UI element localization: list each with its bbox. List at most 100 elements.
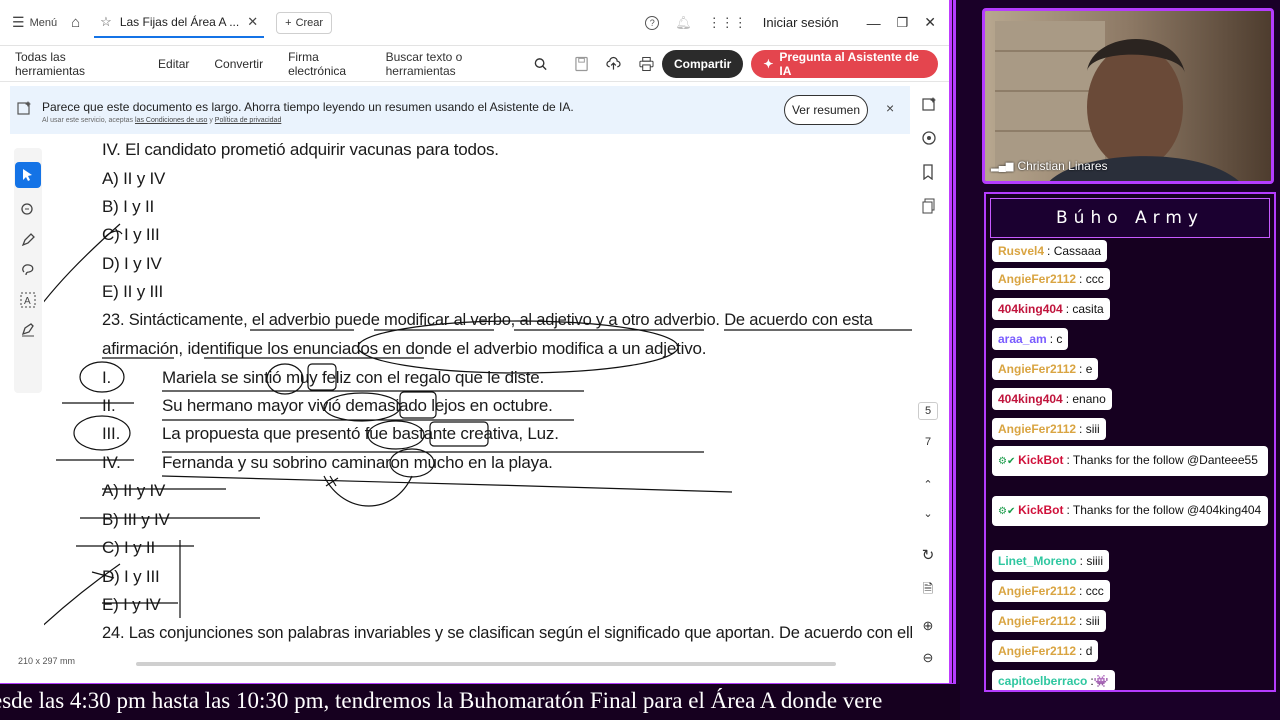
- create-button[interactable]: + Crear: [276, 11, 333, 34]
- hamburger-icon: ☰: [12, 14, 25, 30]
- chat-text: : enano: [1065, 392, 1106, 406]
- chat-title: Búho Army: [990, 198, 1270, 238]
- page-total: 7: [924, 436, 932, 448]
- webcam-name: Christian Linares: [1017, 159, 1108, 173]
- lasso-icon[interactable]: [20, 262, 36, 278]
- chat-username[interactable]: Linet_Moreno: [998, 554, 1077, 568]
- maximize-icon[interactable]: ❐: [897, 15, 909, 31]
- bot-badge-icon: ⚙✔: [998, 506, 1019, 517]
- privacy-link[interactable]: Política de privacidad: [215, 117, 282, 124]
- select-tool[interactable]: [15, 162, 41, 188]
- chat-message: 404king404: enano: [992, 388, 1112, 410]
- refresh-icon[interactable]: ↻: [922, 546, 935, 564]
- chat-message: AngieFer2112: siii: [992, 418, 1106, 440]
- page-current[interactable]: 5: [917, 402, 939, 420]
- banner-close-button[interactable]: ×: [886, 100, 894, 116]
- zoom-in-icon[interactable]: ⊕: [923, 618, 934, 634]
- chat-username[interactable]: Rusvel4: [998, 244, 1044, 258]
- ai-assistant-button[interactable]: ✦ Pregunta al Asistente de IA: [751, 49, 938, 78]
- chat-message: AngieFer2112: ccc: [992, 268, 1110, 290]
- stream-layout: ☰ Menú ⌂ ☆ Las Fijas del Área A ... ✕ + …: [0, 0, 1280, 720]
- chat-text: : casita: [1065, 302, 1104, 316]
- save-icon[interactable]: [575, 56, 588, 72]
- chat-username[interactable]: AngieFer2112: [998, 614, 1076, 628]
- chat-username[interactable]: capitoelberraco: [998, 674, 1087, 688]
- chat-text: : d: [1079, 644, 1093, 658]
- create-label: Crear: [295, 16, 324, 29]
- horizontal-scrollbar[interactable]: [136, 662, 836, 666]
- ticker-text: esde las 4:30 pm hasta las 10:30 pm, ten…: [0, 688, 883, 713]
- help-icon[interactable]: ?: [645, 15, 660, 30]
- ai-panel-icon[interactable]: [921, 96, 937, 112]
- banner-message: Parece que este documento es largo. Ahor…: [42, 100, 574, 114]
- search-label: Buscar texto o herramientas: [385, 49, 463, 78]
- signin-link[interactable]: Iniciar sesión: [763, 15, 839, 30]
- chat-username[interactable]: 404king404: [998, 392, 1063, 406]
- upload-icon[interactable]: [606, 56, 621, 72]
- chat-text: : ccc: [1079, 272, 1104, 286]
- chat-username[interactable]: 404king404: [998, 302, 1063, 316]
- bookmark-icon[interactable]: [921, 164, 937, 180]
- view-summary-button[interactable]: Ver resumen: [784, 95, 868, 125]
- left-tool-rail: A: [14, 148, 42, 393]
- menu-edit[interactable]: Editar: [158, 57, 189, 71]
- chevron-down-icon[interactable]: ⌄: [923, 507, 932, 520]
- chat-message: AngieFer2112: siii: [992, 610, 1106, 632]
- cursor-icon: [23, 169, 32, 181]
- ai-summary-banner: Parece que este documento es largo. Ahor…: [10, 86, 910, 134]
- page-size-label: 210 x 297 mm: [18, 656, 76, 666]
- page-navigator: 5 7 ⌃ ⌄ ↻ 🗎 ⊕ ⊖: [914, 402, 942, 666]
- apps-grid-icon[interactable]: ⋮⋮⋮: [708, 15, 747, 31]
- text-select-icon[interactable]: A: [20, 292, 36, 308]
- pen-icon[interactable]: [20, 232, 36, 248]
- chat-username[interactable]: AngieFer2112: [998, 272, 1076, 286]
- chat-username[interactable]: AngieFer2112: [998, 644, 1076, 658]
- disclaimer-prefix: Al usar este servicio, aceptas: [42, 117, 134, 124]
- ai-label: Pregunta al Asistente de IA: [779, 49, 919, 78]
- star-icon[interactable]: ☆: [100, 14, 112, 30]
- chat-text: : siiii: [1079, 554, 1104, 568]
- bell-icon[interactable]: 🔔︎: [675, 15, 692, 31]
- terms-link[interactable]: las Condiciones de uso: [135, 117, 207, 124]
- stamp-icon[interactable]: [20, 322, 36, 338]
- chat-username[interactable]: araa_am: [998, 332, 1047, 346]
- tab-title: Las Fijas del Área A ...: [119, 14, 240, 29]
- menu-all-tools[interactable]: Todas las herramientas: [15, 50, 133, 78]
- minimize-icon[interactable]: —: [867, 15, 881, 31]
- chat-username[interactable]: KickBot: [1018, 453, 1063, 467]
- tab-close-icon[interactable]: ✕: [247, 14, 258, 30]
- chat-text: : e: [1079, 362, 1093, 376]
- chat-message: Linet_Moreno: siiii: [992, 550, 1110, 572]
- window-close-icon[interactable]: ✕: [924, 14, 936, 31]
- chat-message: ⚙✔ KickBot: Thanks for the follow @404ki…: [992, 496, 1268, 526]
- share-button[interactable]: Compartir: [661, 49, 744, 78]
- chat-username[interactable]: KickBot: [1018, 503, 1063, 517]
- chevron-up-icon[interactable]: ⌃: [923, 478, 932, 491]
- comment-icon[interactable]: [921, 130, 937, 146]
- comment-search-icon[interactable]: [20, 202, 36, 218]
- plus-icon: +: [285, 16, 292, 29]
- webcam-name-tag: ▂▄▆ Christian Linares: [991, 159, 1108, 173]
- home-icon[interactable]: ⌂: [71, 14, 80, 31]
- chat-text: : siii: [1079, 422, 1100, 436]
- chat-username[interactable]: AngieFer2112: [998, 584, 1076, 598]
- bot-badge-icon: ⚙✔: [998, 456, 1019, 467]
- chat-username[interactable]: AngieFer2112: [998, 422, 1076, 436]
- menu-esign[interactable]: Firma electrónica: [288, 50, 376, 78]
- menu-label: Menú: [29, 16, 58, 29]
- menu-button[interactable]: ☰ Menú: [12, 14, 57, 31]
- search-tools[interactable]: Buscar texto o herramientas: [386, 50, 654, 78]
- document-tab[interactable]: ☆ Las Fijas del Área A ... ✕: [94, 8, 265, 38]
- zoom-out-icon[interactable]: ⊖: [923, 650, 934, 666]
- menu-convert[interactable]: Convertir: [214, 57, 263, 71]
- pdf-page: IV. El candidato prometió adquirir vacun…: [44, 136, 912, 656]
- chat-text: : Thanks for the follow @404king404: [1066, 503, 1262, 517]
- chat-message: AngieFer2112: ccc: [992, 580, 1110, 602]
- file-icon[interactable]: 🗎: [923, 580, 933, 602]
- main-toolbar: Todas las herramientas Editar Convertir …: [0, 46, 949, 82]
- print-icon[interactable]: [639, 56, 654, 72]
- news-ticker: esde las 4:30 pm hasta las 10:30 pm, ten…: [0, 684, 960, 720]
- ink-annotations: [44, 223, 912, 626]
- chat-username[interactable]: AngieFer2112: [998, 362, 1076, 376]
- copy-pages-icon[interactable]: [921, 198, 937, 214]
